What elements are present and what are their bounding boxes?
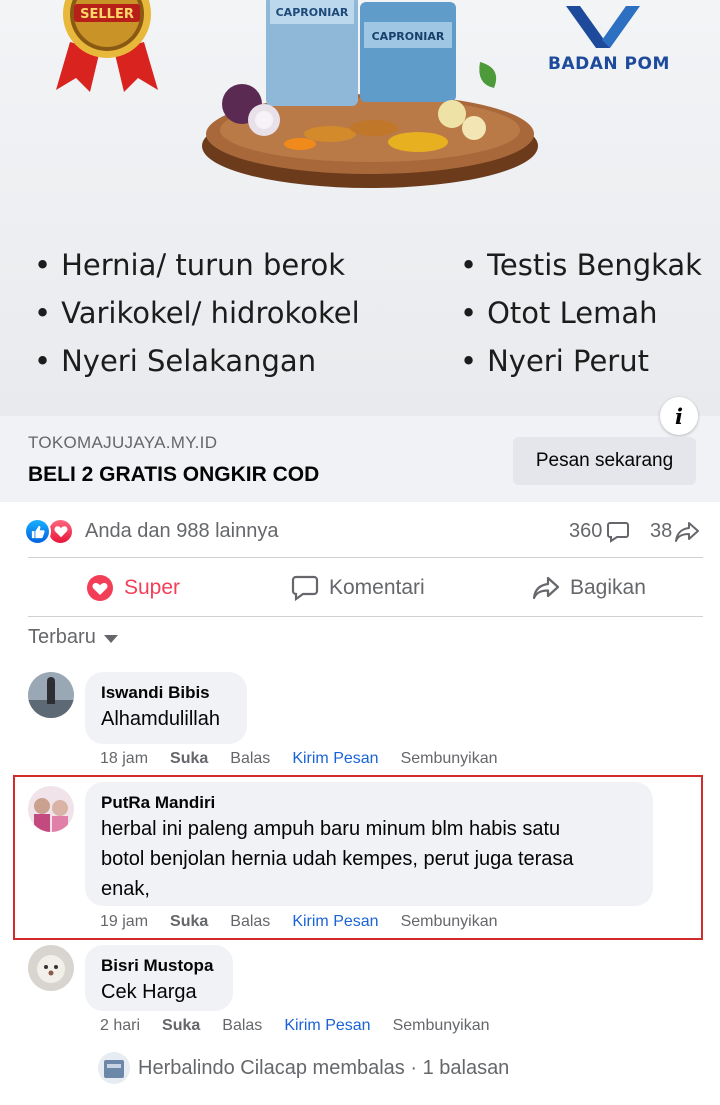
comment-sort-dropdown[interactable]: Terbaru (28, 626, 118, 649)
share-arrow-icon (675, 521, 700, 542)
symptom-item: Nyeri Selakangan (34, 344, 360, 392)
comment-label: Komentari (329, 576, 425, 599)
symptom-item: Otot Lemah (460, 296, 702, 344)
send-message-link[interactable]: Kirim Pesan (284, 1017, 370, 1035)
reactions-summary: Anda dan 988 lainnya 360 38 (0, 505, 720, 557)
svg-text:CAPRONIAR: CAPRONIAR (276, 6, 349, 19)
divider (28, 616, 703, 617)
love-reaction-icon (47, 518, 74, 545)
comment-count[interactable]: 360 (569, 520, 630, 543)
badan-pom-logo: BADAN POM (548, 54, 670, 74)
comment-text: Cek Harga (101, 981, 197, 1003)
comment-text: Alhamdulillah (101, 708, 220, 730)
comment-bubble-icon (607, 521, 630, 543)
symptom-item: Nyeri Perut (460, 344, 702, 392)
divider (28, 557, 703, 558)
super-reaction-button[interactable]: Super (86, 560, 180, 616)
super-label: Super (124, 576, 181, 599)
heart-icon (87, 575, 113, 601)
hide-comment-link[interactable]: Sembunyikan (393, 1017, 490, 1035)
share-count-value: 38 (650, 520, 673, 542)
reaction-summary-text[interactable]: Anda dan 988 lainnya (85, 520, 279, 543)
post-action-bar: Super Komentari Bagikan (0, 560, 720, 616)
caret-down-icon (103, 634, 118, 643)
comment-like-link[interactable]: Suka (170, 750, 208, 768)
comment-meta: 18 jam Suka Balas Kirim Pesan Sembunyika… (100, 750, 520, 768)
comment-button[interactable]: Komentari (291, 560, 720, 616)
product-image: CAPRONIAR CAPRONIAR (202, 0, 538, 188)
symptom-item: Hernia/ turun berok (34, 248, 360, 296)
symptom-list-right: Testis Bengkak Otot Lemah Nyeri Perut (460, 248, 702, 392)
badan-pom-mark-icon (566, 6, 640, 48)
comment-author[interactable]: Bisri Mustopa (101, 955, 217, 977)
reply-summary-text: Herbalindo Cilacap membalas · 1 balasan (138, 1056, 510, 1079)
comment-author[interactable]: Iswandi Bibis (101, 682, 231, 704)
hide-comment-link[interactable]: Sembunyikan (401, 750, 498, 768)
reaction-icons[interactable] (24, 518, 78, 545)
ad-headline: BELI 2 GRATIS ONGKIR COD (28, 463, 320, 486)
comment-time[interactable]: 2 hari (100, 1017, 140, 1035)
order-now-button[interactable]: Pesan sekarang (513, 437, 696, 485)
best-seller-badge-icon: SELLER (56, 0, 158, 92)
like-reaction-icon (24, 518, 51, 545)
comment-meta: 2 hari Suka Balas Kirim Pesan Sembunyika… (100, 1017, 512, 1035)
ad-domain: TOKOMAJUJAYA.MY.ID (28, 433, 218, 452)
svg-text:CAPRONIAR: CAPRONIAR (372, 30, 445, 43)
view-replies-link[interactable]: Herbalindo Cilacap membalas · 1 balasan (98, 1052, 509, 1084)
comment-reply-link[interactable]: Balas (230, 750, 270, 768)
comment-bubble: Bisri Mustopa Cek Harga (85, 945, 233, 1011)
share-label: Bagikan (570, 576, 646, 599)
highlight-annotation-box (13, 775, 703, 940)
comment-bubble: Iswandi Bibis Alhamdulillah (85, 672, 247, 744)
seller-badge-text: SELLER (80, 7, 134, 22)
comment-time[interactable]: 18 jam (100, 750, 148, 768)
avatar[interactable] (28, 672, 74, 718)
avatar[interactable] (28, 945, 74, 991)
ad-link-footer[interactable]: i TOKOMAJUJAYA.MY.ID BELI 2 GRATIS ONGKI… (0, 397, 720, 502)
share-icon (532, 576, 560, 600)
symptom-item: Varikokel/ hidrokokel (34, 296, 360, 344)
symptom-list-left: Hernia/ turun berok Varikokel/ hidrokoke… (34, 248, 360, 392)
sort-label: Terbaru (28, 626, 96, 648)
send-message-link[interactable]: Kirim Pesan (292, 750, 378, 768)
share-count[interactable]: 38 (650, 520, 700, 543)
ad-image[interactable]: SELLER CAPRONIAR CAPRONIAR BADAN POM Her… (0, 0, 720, 416)
comment-count-value: 360 (569, 520, 603, 542)
share-button[interactable]: Bagikan (532, 560, 646, 616)
info-icon[interactable]: i (660, 397, 698, 435)
comment-icon (291, 575, 319, 601)
symptom-item: Testis Bengkak (460, 248, 702, 296)
reply-author-avatar (98, 1052, 130, 1084)
comment-reply-link[interactable]: Balas (222, 1017, 262, 1035)
comment-like-link[interactable]: Suka (162, 1017, 200, 1035)
